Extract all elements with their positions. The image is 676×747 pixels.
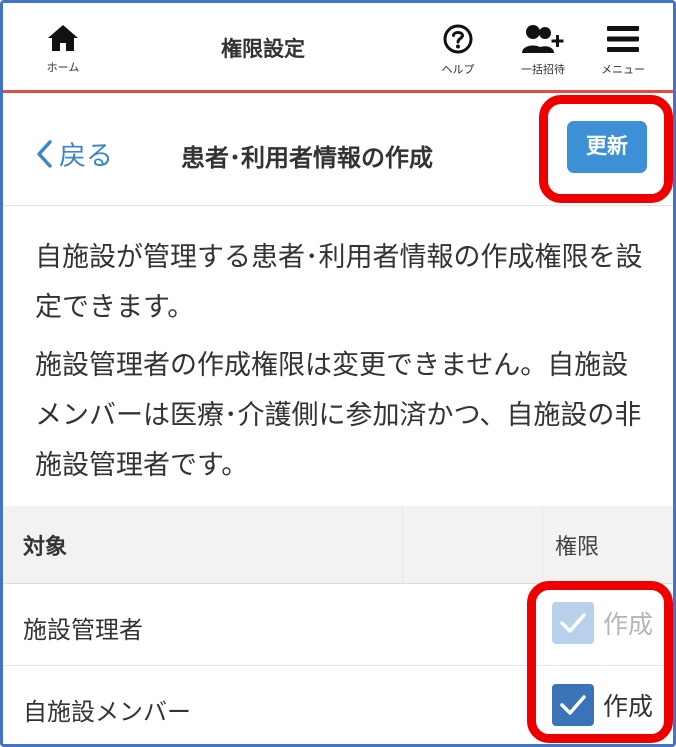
checkmark-icon — [560, 613, 586, 633]
checkbox — [552, 602, 594, 644]
home-icon — [48, 25, 78, 51]
permission-label: 作成 — [603, 692, 654, 721]
sub-header: 戻る 患者･利用者情報の作成 更新 — [3, 96, 673, 206]
top-navigation-bar: ホーム 権限設定 ヘルプ 一括招待 メニュー — [3, 3, 673, 93]
back-label: 戻る — [59, 141, 113, 172]
bulk-invite-button[interactable]: 一括招待 — [503, 23, 583, 77]
row-label: 自施設メンバー — [23, 698, 191, 726]
menu-button[interactable]: メニュー — [583, 23, 663, 77]
table-header: 対象 権限 — [3, 506, 673, 584]
section-title: 患者･利用者情報の作成 — [181, 144, 433, 172]
row-label: 施設管理者 — [23, 616, 143, 644]
header-spacer — [403, 506, 543, 583]
permission-table: 対象 権限 施設管理者 作成 自施設メンバー 作成 — [3, 506, 673, 744]
description-paragraph-2: 施設管理者の作成権限は変更できません。自施設メンバーは医療･介護側に参加済かつ、… — [35, 350, 642, 481]
create-permission-checkbox-disabled: 作成 — [552, 602, 653, 644]
header-target: 対象 — [3, 506, 403, 583]
update-button[interactable]: 更新 — [567, 121, 647, 173]
table-row-facility-admin: 施設管理者 作成 — [3, 584, 673, 666]
description: 自施設が管理する患者･利用者情報の作成権限を設定できます。 施設管理者の作成権限… — [35, 233, 647, 491]
add-users-icon — [522, 25, 564, 53]
app-frame: ホーム 権限設定 ヘルプ 一括招待 メニュー 戻る 患者･利用者情報の作成 更新… — [0, 0, 676, 747]
checkmark-icon — [560, 695, 586, 715]
home-button[interactable]: ホーム — [23, 23, 103, 75]
table-row-facility-member: 自施設メンバー 作成 — [3, 666, 673, 744]
help-button[interactable]: ヘルプ — [418, 23, 498, 77]
home-label: ホーム — [46, 61, 80, 74]
menu-label: メニュー — [601, 63, 645, 76]
chevron-left-icon — [37, 139, 52, 168]
permission-label: 作成 — [603, 610, 654, 639]
header-permission: 権限 — [555, 534, 600, 560]
back-link[interactable]: 戻る — [35, 134, 113, 173]
bulk-invite-label: 一括招待 — [521, 63, 565, 76]
create-permission-checkbox[interactable]: 作成 — [552, 684, 653, 726]
checkbox[interactable] — [552, 684, 594, 726]
help-label: ヘルプ — [441, 63, 475, 76]
description-paragraph-1: 自施設が管理する患者･利用者情報の作成権限を設定できます。 — [35, 242, 643, 323]
hamburger-menu-icon — [607, 26, 639, 52]
help-circle-icon — [443, 24, 473, 54]
page-title: 権限設定 — [221, 37, 305, 61]
